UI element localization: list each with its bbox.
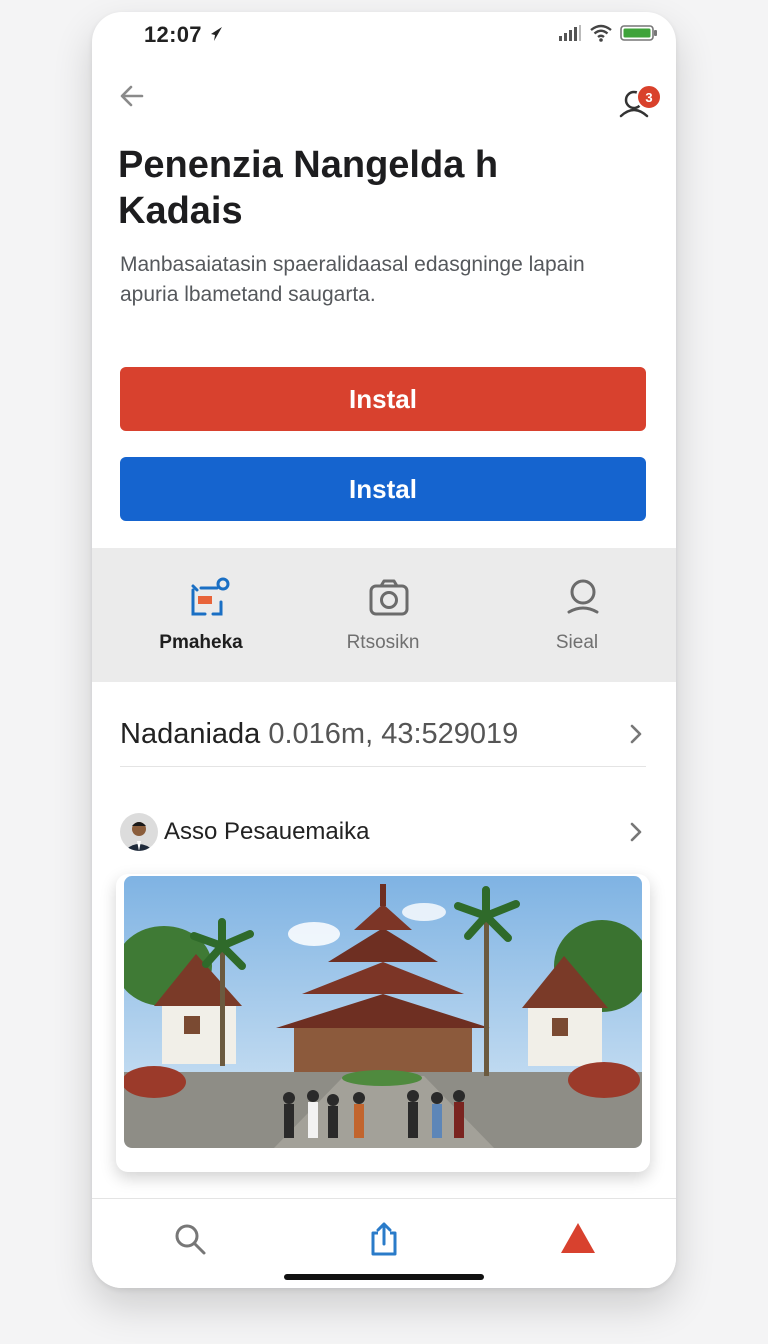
author-name: Asso Pesauemaika bbox=[164, 818, 370, 845]
home-indicator[interactable] bbox=[284, 1274, 484, 1280]
search-icon bbox=[175, 1224, 206, 1255]
category-tabs: Pmaheka Rtsosikn Sieal bbox=[92, 548, 676, 682]
info-value: 0.016m, 43:529019 bbox=[268, 717, 519, 750]
author-avatar bbox=[120, 813, 158, 851]
camera-icon bbox=[369, 579, 409, 616]
temple-scene-illustration bbox=[124, 876, 642, 1148]
tab-pmaheka[interactable]: Pmaheka bbox=[104, 548, 298, 682]
status-time: 12:07 bbox=[144, 22, 202, 47]
tab-label: Pmaheka bbox=[159, 632, 243, 653]
battery-icon bbox=[620, 25, 657, 41]
location-info-row[interactable]: Nadaniada 0.016m, 43:529019 bbox=[120, 702, 646, 767]
nav-alert-button[interactable] bbox=[558, 1219, 598, 1259]
temple-photo bbox=[124, 876, 642, 1148]
chevron-right-icon bbox=[630, 822, 642, 842]
phone-screen: 12:07 3 Penenzia Nangelda h Kadais Manba… bbox=[92, 12, 676, 1288]
install-button-secondary[interactable]: Instal bbox=[120, 457, 646, 521]
tab-rtsosikn[interactable]: Rtsosikn bbox=[286, 548, 480, 682]
subtitle-line-1: Manbasaiatasin spaeralidaasal edasgninge… bbox=[120, 253, 585, 276]
notification-badge: 3 bbox=[636, 84, 662, 110]
arrow-left-icon bbox=[120, 85, 144, 107]
title-line-1: Penenzia Nangelda h bbox=[118, 144, 499, 186]
tab-sieal[interactable]: Sieal bbox=[480, 548, 674, 682]
status-indicators bbox=[558, 24, 658, 42]
tab-label: Sieal bbox=[555, 632, 599, 653]
photo-card[interactable] bbox=[116, 874, 650, 1172]
info-label: Nadaniada bbox=[120, 717, 261, 750]
route-icon bbox=[191, 577, 230, 616]
author-photo bbox=[120, 813, 158, 851]
title-line-2: Kadais bbox=[118, 190, 243, 232]
user-icon bbox=[567, 579, 599, 614]
share-icon bbox=[371, 1222, 397, 1256]
nav-share-button[interactable] bbox=[364, 1219, 404, 1259]
subtitle-line-2: apuria lbametand saugarta. bbox=[120, 283, 376, 306]
page-subtitle: Manbasaiatasin spaeralidaasal edasgninge… bbox=[120, 250, 640, 310]
back-button[interactable] bbox=[116, 80, 148, 112]
location-arrow-icon bbox=[211, 27, 222, 41]
info-text: Nadaniada 0.016m, 43:529019 bbox=[120, 718, 518, 751]
wifi-icon bbox=[590, 24, 612, 42]
chevron-right-icon bbox=[630, 724, 642, 744]
alert-icon bbox=[561, 1223, 595, 1253]
author-row[interactable]: Asso Pesauemaika bbox=[120, 810, 646, 854]
nav-search-button[interactable] bbox=[170, 1219, 210, 1259]
install-button-primary[interactable]: Instal bbox=[120, 367, 646, 431]
status-bar: 12:07 bbox=[92, 12, 676, 56]
page-title: Penenzia Nangelda h Kadais bbox=[118, 142, 638, 234]
cellular-signal-icon bbox=[559, 25, 581, 41]
tab-label: Rtsosikn bbox=[346, 632, 420, 653]
